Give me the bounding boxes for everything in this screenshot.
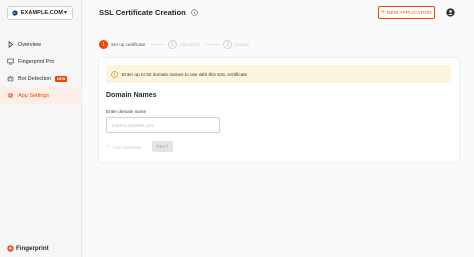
gear-icon <box>7 92 14 99</box>
plus-icon: + <box>381 9 385 16</box>
step-connector <box>205 44 221 45</box>
site-selector[interactable]: EXAMPLE.COM ▼ <box>7 6 73 20</box>
stepper: 1 Set up certificate 2 Validation 3 Issu… <box>99 40 459 52</box>
sidebar-item-app-settings[interactable]: App Settings <box>0 87 82 104</box>
sidebar: EXAMPLE.COM ▼ Overview Fingerprint Pro B… <box>0 0 82 257</box>
add-domain-label: ADD DOMAIN <box>112 144 142 150</box>
sidebar-item-overview[interactable]: Overview <box>0 36 82 53</box>
add-domain-button[interactable]: + ADD DOMAIN <box>106 142 141 152</box>
alert-info-icon <box>111 70 118 78</box>
step-validation: 2 Validation <box>168 40 200 49</box>
step-connector <box>151 44 165 45</box>
step-issued: 3 Issued <box>223 40 249 49</box>
computer-icon <box>7 58 14 65</box>
page-title-text: SSL Certificate Creation <box>99 8 186 17</box>
robot-icon <box>7 75 14 82</box>
sidebar-item-bot-detection[interactable]: Bot Detection NEW <box>0 70 82 87</box>
globe-icon <box>12 10 18 16</box>
info-icon[interactable] <box>191 9 198 16</box>
step-number: 3 <box>223 40 232 49</box>
info-alert: Enter up to 50 domain names to use with … <box>106 65 451 83</box>
fingerprint-icon <box>7 245 14 252</box>
sidebar-item-label: Bot Detection <box>18 75 52 82</box>
site-selector-label: EXAMPLE.COM <box>20 10 63 16</box>
domain-card: Enter up to 50 domain names to use with … <box>99 58 459 162</box>
new-application-label: NEW APPLICATION <box>386 10 432 15</box>
brand-name: Fingerprint <box>16 245 49 252</box>
brand-logo: Fingerprint <box>7 245 49 252</box>
sidebar-nav: Overview Fingerprint Pro Bot Detection N… <box>0 36 82 104</box>
section-title: Domain Names <box>106 92 157 99</box>
page-title: SSL Certificate Creation <box>99 8 198 17</box>
domain-name-input[interactable] <box>106 117 220 133</box>
next-label: NEXT <box>156 144 169 149</box>
sidebar-item-fingerprint-pro[interactable]: Fingerprint Pro <box>0 53 82 70</box>
sidebar-item-label: Overview <box>18 41 41 48</box>
alert-text: Enter up to 50 domain names to use with … <box>122 71 248 77</box>
sidebar-item-label: Fingerprint Pro <box>18 58 55 65</box>
account-icon[interactable] <box>446 8 455 17</box>
step-label: Set up certificate <box>111 42 146 47</box>
next-button[interactable]: NEXT <box>152 141 173 152</box>
new-application-button[interactable]: + NEW APPLICATION <box>378 6 435 19</box>
domain-field-label: Enter domain name <box>106 109 147 114</box>
step-number: 2 <box>168 40 177 49</box>
step-label: Validation <box>180 42 200 47</box>
new-badge: NEW <box>55 75 68 82</box>
caret-down-icon: ▼ <box>62 10 68 16</box>
step-number: 1 <box>99 40 108 49</box>
monitor-icon <box>8 41 14 48</box>
sidebar-item-label: App Settings <box>18 92 50 99</box>
step-label: Issued <box>235 42 249 47</box>
step-set-up-certificate: 1 Set up certificate <box>99 40 145 49</box>
plus-icon: + <box>106 144 110 150</box>
